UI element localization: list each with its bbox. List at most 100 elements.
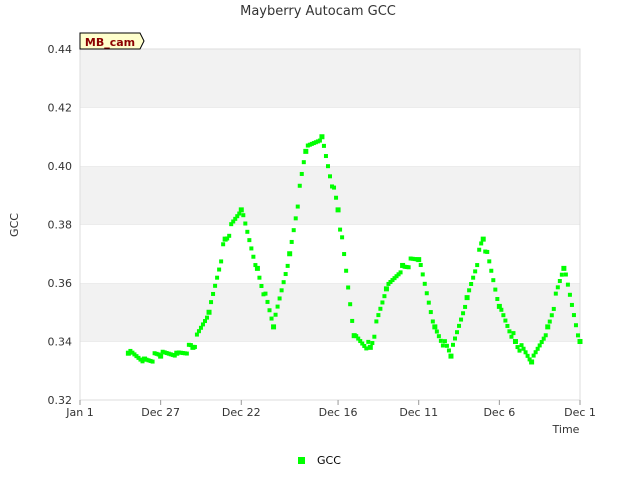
data-point-fill — [569, 302, 574, 307]
data-point-fill — [420, 272, 425, 277]
legend: GCC — [298, 454, 341, 467]
data-point-fill — [507, 329, 512, 334]
y-tick-label: 0.42 — [48, 102, 73, 115]
data-point-fill — [450, 342, 455, 347]
data-point-fill — [279, 288, 284, 293]
data-point-fill — [549, 313, 554, 318]
data-point-fill — [328, 174, 332, 179]
data-point-fill — [301, 160, 306, 165]
data-point-fill — [422, 281, 427, 286]
data-point-fill — [527, 357, 532, 362]
data-point-fill — [573, 323, 578, 328]
data-point-fill — [221, 242, 226, 247]
y-tick-label: 0.34 — [48, 336, 73, 349]
grid-band — [80, 341, 580, 400]
data-point-fill — [382, 294, 387, 299]
data-point-fill — [372, 334, 377, 339]
grid-bands — [80, 48, 580, 400]
data-point-fill — [553, 291, 558, 296]
data-point-fill — [509, 334, 514, 339]
data-point-fill — [374, 319, 379, 324]
data-point-fill — [525, 353, 530, 358]
data-point-fill — [265, 299, 270, 304]
data-point-fill — [249, 246, 254, 251]
data-point-fill — [521, 346, 526, 351]
data-point-fill — [418, 263, 423, 268]
data-point-fill — [551, 306, 556, 311]
grid-band — [80, 224, 580, 283]
data-point-fill — [434, 329, 439, 334]
gcc-chart: 0.320.340.360.380.400.420.44 Jan 1 Dec 27… — [8, 4, 596, 467]
grid-band — [80, 107, 580, 166]
data-point-fill — [473, 269, 478, 274]
data-point-fill — [575, 333, 580, 338]
data-point-fill — [487, 259, 492, 264]
data-point-fill — [543, 333, 548, 338]
data-point-fill — [523, 350, 528, 355]
data-point — [383, 286, 389, 292]
data-point-fill — [293, 216, 298, 221]
y-tick-label: 0.36 — [48, 277, 73, 290]
data-point — [448, 353, 454, 359]
data-point-fill — [559, 272, 564, 277]
data-point-fill — [247, 238, 252, 243]
data-point-fill — [277, 296, 282, 301]
data-point-fill — [505, 323, 510, 328]
data-point-fill — [457, 323, 462, 328]
data-point-fill — [495, 296, 500, 301]
data-point-fill — [227, 233, 232, 238]
data-point-fill — [275, 304, 280, 309]
data-point — [464, 295, 470, 301]
data-point-fill — [192, 344, 197, 349]
data-point-fill — [571, 313, 576, 318]
data-point-fill — [140, 359, 145, 364]
data-point-fill — [453, 336, 457, 341]
data-point-fill — [563, 272, 568, 277]
data-point-fill — [241, 213, 246, 218]
data-point-fill — [205, 315, 210, 320]
data-point-fill — [273, 312, 278, 317]
data-point — [335, 207, 341, 213]
data-point-fill — [364, 346, 369, 351]
data-point-fill — [156, 352, 161, 357]
data-point — [512, 339, 518, 344]
data-point-fill — [263, 291, 268, 296]
data-point-fill — [213, 283, 218, 288]
data-point-fill — [438, 338, 443, 343]
data-point-fill — [467, 288, 472, 293]
data-point-fill — [503, 318, 508, 323]
data-point-fill — [332, 185, 337, 190]
data-point-fill — [211, 291, 216, 296]
legend-marker — [298, 457, 305, 464]
data-point-fill — [463, 304, 468, 309]
data-point-fill — [455, 330, 460, 335]
data-point-fill — [217, 267, 222, 272]
y-tick-label: 0.38 — [48, 219, 73, 232]
data-point-fill — [251, 254, 256, 259]
data-point-fill — [150, 359, 155, 364]
data-point-fill — [428, 310, 433, 315]
data-point-fill — [344, 268, 349, 273]
y-axis-ticks: 0.320.340.360.380.400.420.44 — [48, 43, 73, 407]
data-point-fill — [346, 285, 351, 290]
data-point-fill — [281, 280, 286, 285]
data-point-fill — [406, 265, 411, 270]
data-point-fill — [267, 308, 272, 313]
data-point-fill — [493, 287, 498, 292]
data-point-fill — [557, 279, 562, 283]
data-point-fill — [547, 319, 552, 324]
data-point — [303, 148, 309, 154]
data-point-fill — [398, 270, 403, 275]
data-point-fill — [376, 313, 381, 318]
data-point-fill — [475, 263, 480, 268]
legend-label: GCC — [317, 454, 341, 467]
data-point-fill — [297, 183, 302, 188]
data-point-fill — [323, 154, 328, 159]
data-point — [287, 251, 293, 257]
y-axis-label: GCC — [8, 213, 21, 237]
data-point-fill — [299, 171, 304, 176]
data-point-fill — [219, 259, 224, 264]
data-point-fill — [325, 164, 330, 169]
site-badge-label: MB_cam — [85, 36, 135, 49]
data-point-fill — [253, 263, 258, 268]
